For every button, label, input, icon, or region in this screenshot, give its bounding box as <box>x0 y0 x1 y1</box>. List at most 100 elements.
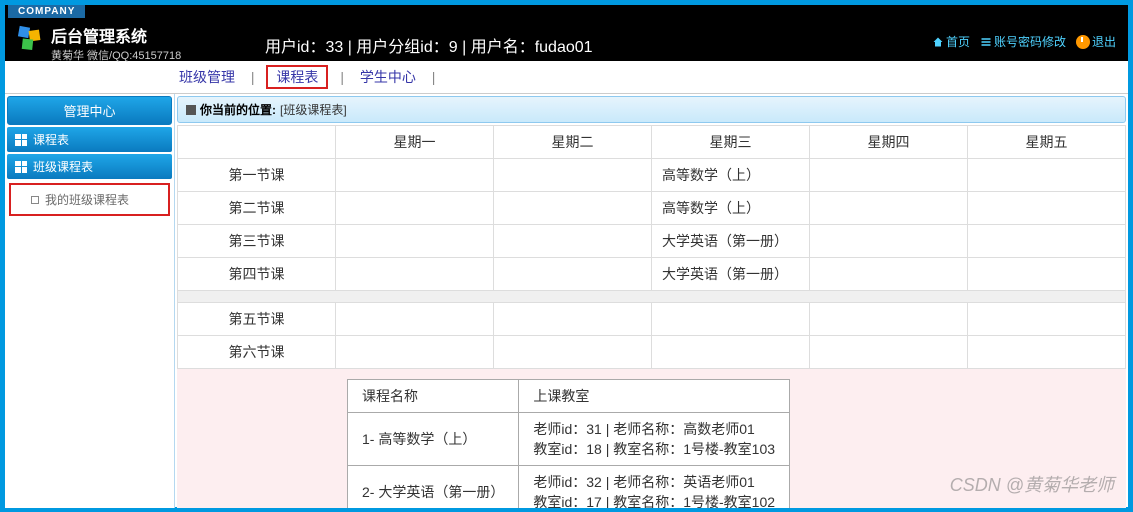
info-line: 老师id：31 | 老师名称：高数老师01 <box>533 419 775 439</box>
day-header: 星期一 <box>336 126 494 159</box>
col-room: 上课教室 <box>519 380 790 413</box>
course-name: 2- 大学英语（第一册） <box>348 466 519 509</box>
info-line: 老师id：32 | 老师名称：英语老师01 <box>533 472 775 492</box>
sidebar-section-label: 课程表 <box>33 131 69 148</box>
schedule-cell <box>810 336 968 369</box>
period-cell: 第三节课 <box>178 225 336 258</box>
nav-class-mgmt[interactable]: 班级管理 <box>175 67 239 87</box>
logout-label: 退出 <box>1092 33 1116 50</box>
sidebar-section-schedule[interactable]: 课程表 <box>7 127 172 152</box>
schedule-cell: 大学英语（第一册） <box>652 258 810 291</box>
info-line: 教室id：17 | 教室名称：1号楼-教室102 <box>533 492 775 508</box>
list-icon <box>980 36 992 48</box>
grid-icon <box>15 161 27 173</box>
schedule-cell <box>810 225 968 258</box>
password-label: 账号密码修改 <box>994 33 1066 50</box>
schedule-cell <box>810 159 968 192</box>
schedule-cell <box>494 192 652 225</box>
period-cell: 第一节课 <box>178 159 336 192</box>
nav-sep: | <box>251 69 255 85</box>
schedule-cell: 高等数学（上） <box>652 159 810 192</box>
period-cell: 第二节课 <box>178 192 336 225</box>
day-header: 星期四 <box>810 126 968 159</box>
day-header: 星期五 <box>968 126 1126 159</box>
detail-row: 1- 高等数学（上） 老师id：31 | 老师名称：高数老师01 教室id：18… <box>348 413 790 466</box>
schedule-cell: 大学英语（第一册） <box>652 225 810 258</box>
sidebar-header: 管理中心 <box>7 96 172 125</box>
schedule-cell <box>810 258 968 291</box>
course-info: 老师id：32 | 老师名称：英语老师01 教室id：17 | 教室名称：1号楼… <box>519 466 790 509</box>
period-cell: 第六节课 <box>178 336 336 369</box>
schedule-cell <box>968 192 1126 225</box>
period-cell: 第四节课 <box>178 258 336 291</box>
table-row: 第一节课 高等数学（上） <box>178 159 1126 192</box>
schedule-cell <box>494 225 652 258</box>
breadcrumb-icon <box>186 105 196 115</box>
grid-icon <box>15 134 27 146</box>
header-actions: 首页 账号密码修改 退出 <box>928 33 1120 50</box>
sidebar-section-class-schedule[interactable]: 班级课程表 <box>7 154 172 179</box>
nav-sep: | <box>432 69 436 85</box>
sidebar-section-label: 班级课程表 <box>33 158 93 175</box>
breadcrumb-value: [班级课程表] <box>280 101 347 118</box>
gap-row <box>178 291 1126 303</box>
corner-cell <box>178 126 336 159</box>
home-icon <box>932 36 944 48</box>
col-course: 课程名称 <box>348 380 519 413</box>
schedule-table: 星期一 星期二 星期三 星期四 星期五 第一节课 高等数学（上） <box>177 125 1126 369</box>
home-label: 首页 <box>946 33 970 50</box>
schedule-cell <box>494 159 652 192</box>
top-nav: 班级管理 | 课程表 | 学生中心 | <box>5 61 1128 94</box>
schedule-cell <box>968 303 1126 336</box>
breadcrumb: 你当前的位置: [班级课程表] <box>177 96 1126 123</box>
square-icon <box>31 196 39 204</box>
sidebar: 管理中心 课程表 班级课程表 我的班级课程表 <box>5 94 175 508</box>
schedule-cell <box>968 159 1126 192</box>
power-icon <box>1076 35 1090 49</box>
schedule-cell <box>494 303 652 336</box>
schedule-cell <box>652 303 810 336</box>
schedule-cell <box>968 225 1126 258</box>
table-row: 第五节课 <box>178 303 1126 336</box>
company-tab: COMPANY <box>8 5 85 18</box>
schedule-cell <box>336 336 494 369</box>
schedule-cell <box>652 336 810 369</box>
details-table: 课程名称 上课教室 1- 高等数学（上） 老师id：31 | 老师名称：高数老师… <box>347 379 790 508</box>
table-row: 第二节课 高等数学（上） <box>178 192 1126 225</box>
nav-student-center[interactable]: 学生中心 <box>356 67 420 87</box>
period-cell: 第五节课 <box>178 303 336 336</box>
title-block: 后台管理系统 黄菊华 微信/QQ:45157718 <box>51 23 181 63</box>
logout-link[interactable]: 退出 <box>1072 33 1120 50</box>
home-link[interactable]: 首页 <box>928 33 974 50</box>
schedule-cell <box>810 192 968 225</box>
schedule-cell <box>968 258 1126 291</box>
sidebar-item-my-schedule[interactable]: 我的班级课程表 <box>9 183 170 216</box>
course-info: 老师id：31 | 老师名称：高数老师01 教室id：18 | 教室名称：1号楼… <box>519 413 790 466</box>
app-title: 后台管理系统 <box>51 23 181 47</box>
schedule-cell <box>336 225 494 258</box>
course-details: 课程名称 上课教室 1- 高等数学（上） 老师id：31 | 老师名称：高数老师… <box>177 369 1126 508</box>
info-line: 教室id：18 | 教室名称：1号楼-教室103 <box>533 439 775 459</box>
nav-sep: | <box>340 69 344 85</box>
nav-schedule[interactable]: 课程表 <box>266 65 328 89</box>
logo-icon <box>17 25 45 53</box>
table-row: 第六节课 <box>178 336 1126 369</box>
main-content: 你当前的位置: [班级课程表] 星期一 星期二 星期三 星期四 星期五 <box>175 94 1128 508</box>
schedule-cell <box>336 159 494 192</box>
schedule-cell <box>336 258 494 291</box>
schedule-cell <box>810 303 968 336</box>
breadcrumb-label: 你当前的位置: <box>200 101 276 118</box>
day-header: 星期二 <box>494 126 652 159</box>
schedule-cell <box>968 336 1126 369</box>
table-row: 第四节课 大学英语（第一册） <box>178 258 1126 291</box>
course-name: 1- 高等数学（上） <box>348 413 519 466</box>
day-header: 星期三 <box>652 126 810 159</box>
schedule-cell <box>336 303 494 336</box>
user-info: 用户id：33 | 用户分组id：9 | 用户名：fudao01 <box>265 33 593 57</box>
schedule-cell <box>336 192 494 225</box>
password-link[interactable]: 账号密码修改 <box>976 33 1070 50</box>
schedule-cell <box>494 258 652 291</box>
app-header: COMPANY 后台管理系统 黄菊华 微信/QQ:45157718 用户id：3… <box>5 5 1128 61</box>
sidebar-item-label: 我的班级课程表 <box>45 191 129 208</box>
schedule-cell <box>494 336 652 369</box>
